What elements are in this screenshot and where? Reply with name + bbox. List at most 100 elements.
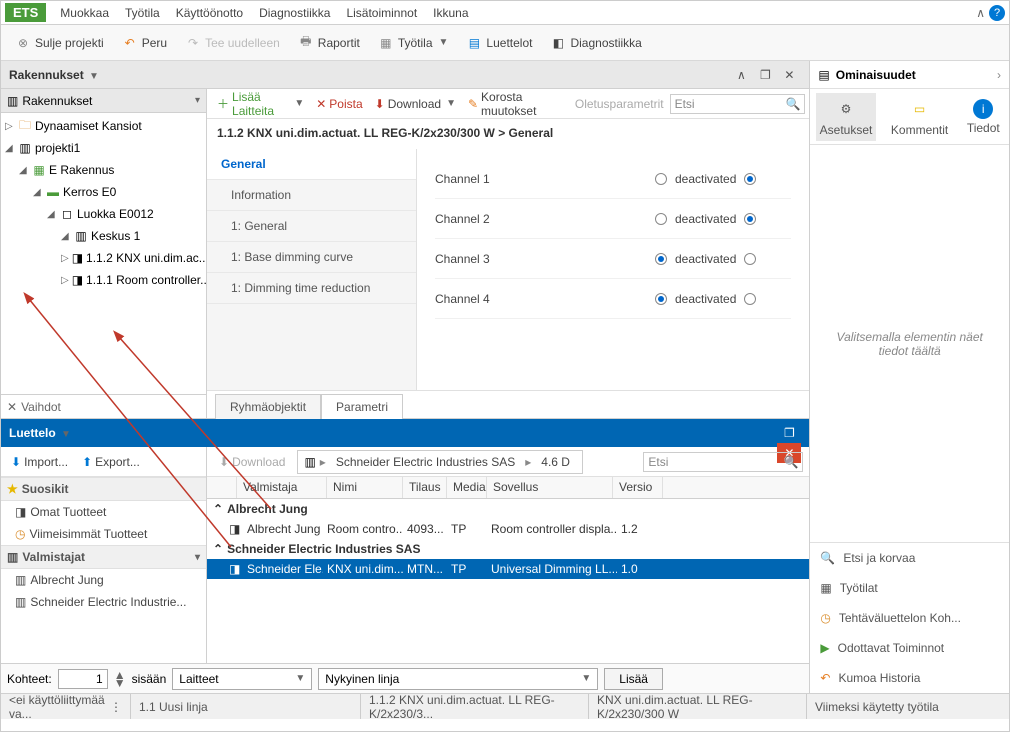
close-button[interactable]: ✕ xyxy=(777,65,801,85)
restore-button[interactable]: ❐ xyxy=(777,423,801,443)
crumb-manufacturer[interactable]: Schneider Electric Industries SAS xyxy=(330,453,521,471)
default-params-button[interactable]: Oletusparametrit xyxy=(569,94,670,114)
table-row[interactable]: ◨ Albrecht Jung Room contro... 4093... T… xyxy=(207,519,809,539)
col-application[interactable]: Sovellus xyxy=(487,477,613,498)
collapse-icon[interactable]: ∧ xyxy=(976,6,985,20)
search-input[interactable]: Etsi🔍 xyxy=(670,94,806,114)
col-name[interactable]: Nimi xyxy=(327,477,403,498)
menu-window[interactable]: Ikkuna xyxy=(425,3,476,23)
pnav-general[interactable]: General xyxy=(207,149,416,180)
menu-extras[interactable]: Lisätoiminnot xyxy=(338,3,425,23)
folder-icon: 🗀 xyxy=(18,119,32,133)
radio-option[interactable] xyxy=(655,293,667,305)
workspace-button[interactable]: ▦Työtila▼ xyxy=(370,31,457,55)
minimize-button[interactable]: ∧ xyxy=(729,65,753,85)
diagnostics-button[interactable]: ◧Diagnostiikka xyxy=(542,31,649,55)
radio-option[interactable] xyxy=(655,253,667,265)
link-todo[interactable]: ◷Tehtäväluettelon Koh... xyxy=(810,603,1009,633)
search-icon: 🔍 xyxy=(820,551,835,565)
stepper-down[interactable]: ▼ xyxy=(114,679,126,687)
col-manufacturer[interactable]: Valmistaja xyxy=(237,477,327,498)
col-media[interactable]: Media xyxy=(447,477,487,498)
tree-node-device-2[interactable]: ▷◨1.1.1 Room controller... xyxy=(1,269,206,291)
favorites-header[interactable]: ★Suosikit xyxy=(1,477,206,501)
tab-settings[interactable]: ⚙Asetukset xyxy=(816,93,877,141)
properties-header: ▤ Ominaisuudet › xyxy=(810,61,1009,89)
pnav-information[interactable]: Information xyxy=(207,180,416,211)
help-icon[interactable]: ? xyxy=(989,5,1005,21)
radio-option[interactable] xyxy=(744,293,756,305)
param-row-channel2: Channel 2 deactivated xyxy=(435,199,791,239)
tree-node-project[interactable]: ◢▥projekti1 xyxy=(1,137,206,159)
tab-comments[interactable]: ▭Kommentit xyxy=(887,93,952,141)
own-products-item[interactable]: ◨Omat Tuotteet xyxy=(1,501,206,523)
col-version[interactable]: Versio xyxy=(613,477,663,498)
chevron-down-icon[interactable]: ▼ xyxy=(61,429,71,440)
close-project-button[interactable]: ⊗Sulje projekti xyxy=(7,31,112,55)
combo-line[interactable]: Nykyinen linja▼ xyxy=(318,668,598,690)
tree-node-dynamic-folders[interactable]: ▷🗀Dynaamiset Kansiot xyxy=(1,115,206,137)
lists-button[interactable]: ▤Luettelot xyxy=(458,31,540,55)
tab-parameter[interactable]: Parametri xyxy=(321,394,403,419)
param-row-channel3: Channel 3 deactivated xyxy=(435,239,791,279)
chevron-down-icon[interactable]: ▼ xyxy=(89,71,99,82)
menu-edit[interactable]: Muokkaa xyxy=(52,3,117,23)
link-workspaces[interactable]: ▦Työtilat xyxy=(810,573,1009,603)
tree-node-device-1[interactable]: ▷◨1.1.2 KNX uni.dim.ac... xyxy=(1,247,206,269)
tab-group-objects[interactable]: Ryhmäobjektit xyxy=(215,394,321,419)
info-icon: i xyxy=(973,99,993,119)
tab-info[interactable]: iTiedot xyxy=(963,95,1004,139)
tree-header[interactable]: ▥ Rakennukset ▾ xyxy=(1,89,206,113)
tree-node-room[interactable]: ◢◻Luokka E0012 xyxy=(1,203,206,225)
buildings-panel-header: Rakennukset ▼ ∧ ❐ ✕ xyxy=(1,61,809,89)
table-group[interactable]: ⌃Albrecht Jung xyxy=(207,499,809,519)
manufacturer-item[interactable]: ▥Schneider Electric Industrie... xyxy=(1,591,206,613)
menu-workspace[interactable]: Työtila xyxy=(117,3,168,23)
menu-diagnostics[interactable]: Diagnostiikka xyxy=(251,3,338,23)
download-button[interactable]: ⬇Download▼ xyxy=(369,94,462,114)
add-devices-button[interactable]: ＋Lisää Laitteita▼ xyxy=(211,87,310,121)
minimize-button[interactable]: ∧ xyxy=(777,403,801,423)
radio-label: deactivated xyxy=(675,292,736,306)
pnav-1-dimming-time[interactable]: 1: Dimming time reduction xyxy=(207,273,416,304)
link-undo-history[interactable]: ↶Kumoa Historia xyxy=(810,663,1009,693)
chevron-right-icon[interactable]: › xyxy=(997,68,1001,82)
pnav-1-general[interactable]: 1: General xyxy=(207,211,416,242)
redo-button[interactable]: ↷Tee uudelleen xyxy=(177,31,288,55)
link-find-replace[interactable]: 🔍Etsi ja korvaa xyxy=(810,543,1009,573)
radio-option[interactable] xyxy=(744,213,756,225)
export-button[interactable]: ⬆Export... xyxy=(76,452,146,472)
radio-option[interactable] xyxy=(655,173,667,185)
content-tabs: Ryhmäobjektit Parametri xyxy=(207,390,809,418)
recent-products-item[interactable]: ◷Viimeisimmät Tuotteet xyxy=(1,523,206,545)
menu-commissioning[interactable]: Käyttöönotto xyxy=(168,3,251,23)
import-button[interactable]: ⬇Import... xyxy=(5,452,74,472)
download-button[interactable]: ⬇Download xyxy=(213,452,291,472)
tree-node-center[interactable]: ◢▥Keskus 1 xyxy=(1,225,206,247)
radio-option[interactable] xyxy=(744,253,756,265)
changes-section[interactable]: ✕Vaihdot xyxy=(1,394,206,418)
add-button[interactable]: Lisää xyxy=(604,668,663,690)
restore-button[interactable]: ❐ xyxy=(753,65,777,85)
link-pending[interactable]: ▶Odottavat Toiminnot xyxy=(810,633,1009,663)
manufacturers-header[interactable]: ▥Valmistajat▾ xyxy=(1,545,206,569)
col-order[interactable]: Tilaus xyxy=(403,477,447,498)
radio-option[interactable] xyxy=(744,173,756,185)
pnav-1-base-dimming[interactable]: 1: Base dimming curve xyxy=(207,242,416,273)
highlight-changes-button[interactable]: ✎Korosta muutokset xyxy=(462,87,569,121)
crumb-version[interactable]: 4.6 D xyxy=(535,453,576,471)
tree-node-floor[interactable]: ◢▬Kerros E0 xyxy=(1,181,206,203)
manufacturer-item[interactable]: ▥Albrecht Jung xyxy=(1,569,206,591)
catalog-search[interactable]: Etsi🔍 xyxy=(643,452,803,472)
radio-option[interactable] xyxy=(655,213,667,225)
combo-devices[interactable]: Laitteet▼ xyxy=(172,668,312,690)
redo-icon: ↷ xyxy=(185,35,201,51)
delete-button[interactable]: ✕Poista xyxy=(310,94,368,114)
table-group[interactable]: ⌃Schneider Electric Industries SAS xyxy=(207,539,809,559)
items-count-input[interactable] xyxy=(58,669,108,689)
reports-button[interactable]: 🖶Raportit xyxy=(290,31,368,55)
undo-button[interactable]: ↶Peru xyxy=(114,31,175,55)
print-icon: 🖶 xyxy=(298,35,314,51)
table-row-selected[interactable]: ◨ Schneider Ele... KNX uni.dim.... MTN..… xyxy=(207,559,809,579)
tree-node-building[interactable]: ◢▦E Rakennus xyxy=(1,159,206,181)
